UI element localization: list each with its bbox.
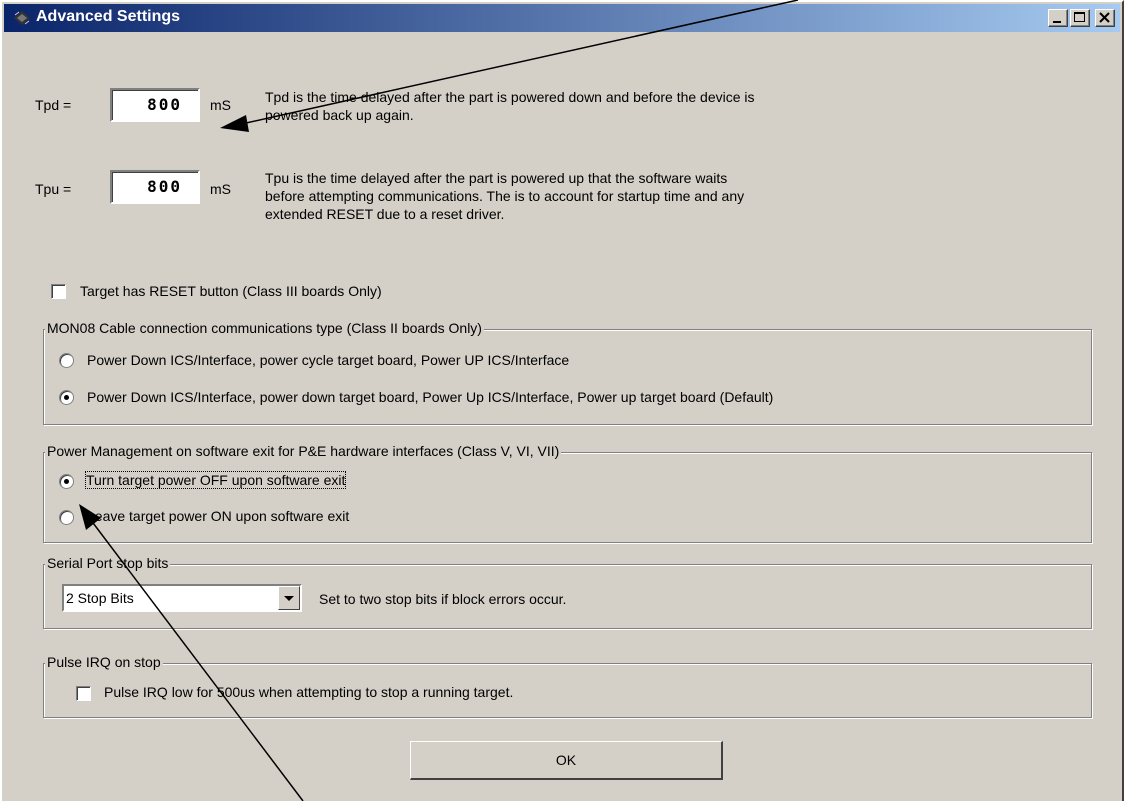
title-bar[interactable]: Advanced Settings	[4, 4, 1120, 32]
stop-bits-select[interactable]: 2 Stop Bits	[62, 584, 302, 612]
pulse-irq-checkbox-label: Pulse IRQ low for 500us when attempting …	[104, 684, 514, 700]
tpu-description: Tpu is the time delayed after the part i…	[265, 170, 745, 222]
maximize-icon	[1074, 12, 1085, 22]
mon08-group-title: MON08 Cable connection communications ty…	[45, 320, 484, 336]
mon08-option-power-cycle-label[interactable]: Power Down ICS/Interface, power cycle ta…	[87, 352, 569, 368]
power-management-group	[43, 452, 1092, 543]
power-off-radio[interactable]	[59, 474, 74, 489]
window-title: Advanced Settings	[36, 8, 181, 25]
reset-checkbox-label: Target has RESET button (Class III board…	[80, 283, 382, 299]
mon08-group	[43, 329, 1092, 425]
stop-bits-hint: Set to two stop bits if block errors occ…	[319, 591, 567, 607]
tpd-input[interactable]: 800	[110, 88, 200, 122]
maximize-button[interactable]	[1070, 9, 1090, 27]
close-icon	[1099, 12, 1110, 23]
tpu-unit: mS	[210, 181, 231, 197]
tpd-unit: mS	[210, 97, 231, 113]
mon08-option-power-cycle-radio[interactable]	[59, 353, 74, 368]
power-off-label[interactable]: Turn target power OFF upon software exit	[84, 471, 347, 489]
app-chip-icon	[14, 11, 30, 25]
power-on-radio[interactable]	[59, 510, 74, 525]
pulse-irq-checkbox[interactable]	[76, 686, 91, 701]
tpd-label: Tpd =	[35, 97, 72, 113]
stop-bits-dropdown-button[interactable]	[278, 586, 300, 610]
stop-bits-value: 2 Stop Bits	[66, 590, 134, 606]
minimize-icon	[1053, 21, 1061, 23]
power-management-group-title: Power Management on software exit for P&…	[45, 443, 562, 459]
minimize-button[interactable]	[1048, 9, 1068, 27]
mon08-option-default-label[interactable]: Power Down ICS/Interface, power down tar…	[87, 389, 773, 405]
reset-checkbox[interactable]	[51, 284, 66, 299]
ok-button[interactable]: OK	[410, 741, 723, 780]
tpu-input[interactable]: 800	[110, 170, 200, 204]
mon08-option-default-radio[interactable]	[59, 390, 74, 405]
pulse-irq-group-title: Pulse IRQ on stop	[45, 654, 163, 670]
serial-port-group-title: Serial Port stop bits	[45, 555, 171, 571]
power-on-label[interactable]: Leave target power ON upon software exit	[87, 508, 349, 524]
chevron-down-icon	[284, 596, 294, 601]
advanced-settings-window: Advanced Settings Tpd = 800 mS Tpd is th…	[0, 0, 1124, 801]
tpu-label: Tpu =	[35, 181, 72, 197]
close-button[interactable]	[1095, 9, 1115, 27]
tpd-description: Tpd is the time delayed after the part i…	[265, 89, 755, 123]
